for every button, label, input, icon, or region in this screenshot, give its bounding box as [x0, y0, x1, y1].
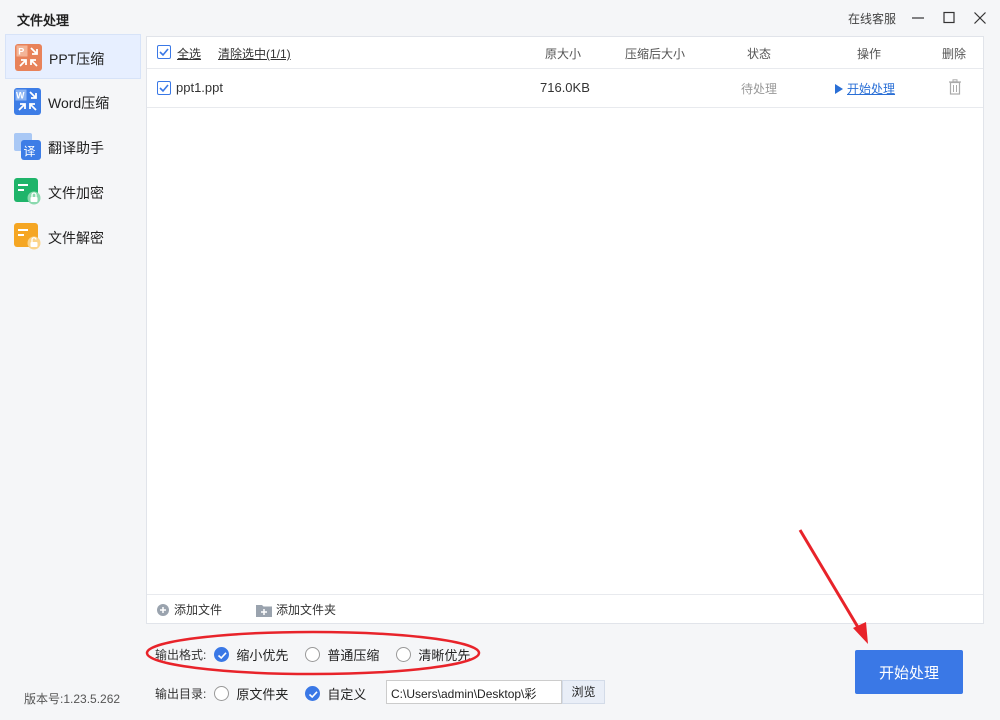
sidebar-item-file-encrypt[interactable]: 文件加密 [5, 169, 141, 214]
format-option-label: 缩小优先 [236, 648, 289, 663]
table-header: 全选 清除选中(1/1) 原大小 压缩后大小 状态 操作 删除 [147, 37, 983, 69]
column-header-original-size: 原大小 [545, 47, 582, 61]
version-label: 版本号:1.23.5.262 [24, 692, 121, 706]
dir-option-label: 原文件夹 [236, 687, 289, 702]
browse-button[interactable]: 浏览 [562, 680, 605, 704]
delete-button[interactable] [948, 79, 962, 98]
translate-icon: 译 [14, 133, 41, 160]
app-title: 文件处理 [17, 13, 70, 28]
sidebar-item-translate[interactable]: 译 翻译助手 [5, 124, 141, 169]
output-directory-label: 输出目录: [155, 687, 207, 701]
format-option-label: 清晰优先 [418, 648, 471, 663]
ppt-compress-icon: P [15, 44, 42, 71]
sidebar-item-word-compress[interactable]: W Word压缩 [5, 79, 141, 124]
sidebar: P PPT压缩 W Word压缩 译 翻译助手 文件加密 文件解密 [5, 34, 141, 674]
output-format-label: 输出格式: [155, 648, 207, 662]
customer-service-link[interactable]: 在线客服 [848, 10, 896, 27]
format-radio-clarity-first[interactable] [396, 647, 412, 662]
format-option-label: 普通压缩 [327, 648, 380, 663]
sidebar-item-label: 文件解密 [48, 230, 104, 246]
output-directory-row: 输出目录: 原文件夹 自定义 [155, 684, 383, 703]
file-encrypt-icon [14, 178, 41, 205]
add-folder-label: 添加文件夹 [276, 603, 337, 617]
add-file-button[interactable]: 添加文件 [156, 601, 222, 618]
svg-text:P: P [18, 47, 24, 57]
column-header-action: 操作 [857, 47, 882, 61]
svg-text:译: 译 [24, 145, 36, 159]
pointer-arrow-head [853, 622, 868, 644]
file-list-panel: 全选 清除选中(1/1) 原大小 压缩后大小 状态 操作 删除 ppt1.ppt… [146, 36, 984, 624]
dir-radio-custom[interactable] [305, 686, 321, 701]
plus-circle-icon [157, 603, 169, 616]
format-radio-shrink-first[interactable] [214, 647, 230, 662]
output-format-row: 输出格式: 缩小优先 普通压缩 清晰优先 [155, 645, 487, 664]
start-process-button[interactable]: 开始处理 [855, 650, 963, 694]
file-name: ppt1.ppt [176, 80, 223, 95]
checkmark-icon [159, 84, 169, 93]
svg-text:W: W [16, 91, 25, 101]
folder-plus-icon [256, 604, 272, 617]
add-folder-button[interactable]: 添加文件夹 [256, 601, 336, 618]
close-icon [974, 12, 986, 24]
minimize-button[interactable] [906, 6, 930, 30]
column-header-status: 状态 [747, 47, 772, 61]
maximize-button[interactable] [937, 6, 961, 30]
minimize-icon [912, 17, 924, 19]
table-row[interactable]: ppt1.ppt 716.0KB 待处理 开始处理 [147, 69, 983, 108]
dir-option-label: 自定义 [327, 687, 367, 702]
add-file-label: 添加文件 [174, 603, 223, 617]
panel-footer: 添加文件 添加文件夹 [147, 594, 983, 625]
start-process-link[interactable]: 开始处理 [847, 80, 895, 97]
sidebar-item-label: PPT压缩 [49, 51, 105, 67]
sidebar-item-label: 翻译助手 [48, 140, 104, 156]
checkmark-icon [309, 691, 318, 699]
sidebar-item-label: 文件加密 [48, 185, 104, 201]
column-header-delete: 删除 [942, 47, 967, 61]
sidebar-item-ppt-compress[interactable]: P PPT压缩 [5, 34, 141, 79]
status-text: 待处理 [741, 82, 778, 96]
title-bar: 文件处理 在线客服 [0, 0, 1000, 36]
original-size-value: 716.0KB [540, 80, 590, 95]
file-decrypt-icon [14, 223, 41, 250]
play-icon [835, 83, 843, 94]
clear-selected-link[interactable]: 清除选中(1/1) [218, 45, 291, 62]
start-process-action[interactable]: 开始处理 [834, 80, 895, 97]
dir-radio-original-folder[interactable] [214, 686, 230, 701]
sidebar-item-label: Word压缩 [48, 95, 110, 111]
checkmark-icon [159, 48, 169, 57]
select-all-checkbox[interactable] [157, 45, 171, 59]
checkmark-icon [218, 652, 227, 660]
trash-icon [949, 79, 961, 95]
row-checkbox[interactable] [157, 81, 171, 95]
maximize-icon [943, 11, 955, 24]
format-radio-normal[interactable] [305, 647, 321, 662]
output-path-field[interactable]: C:\Users\admin\Desktop\彩 [386, 680, 562, 704]
column-header-compressed-size: 压缩后大小 [625, 47, 686, 61]
close-button[interactable] [968, 6, 992, 30]
word-compress-icon: W [14, 88, 41, 115]
sidebar-item-file-decrypt[interactable]: 文件解密 [5, 214, 141, 259]
select-all-link[interactable]: 全选 [177, 45, 201, 62]
